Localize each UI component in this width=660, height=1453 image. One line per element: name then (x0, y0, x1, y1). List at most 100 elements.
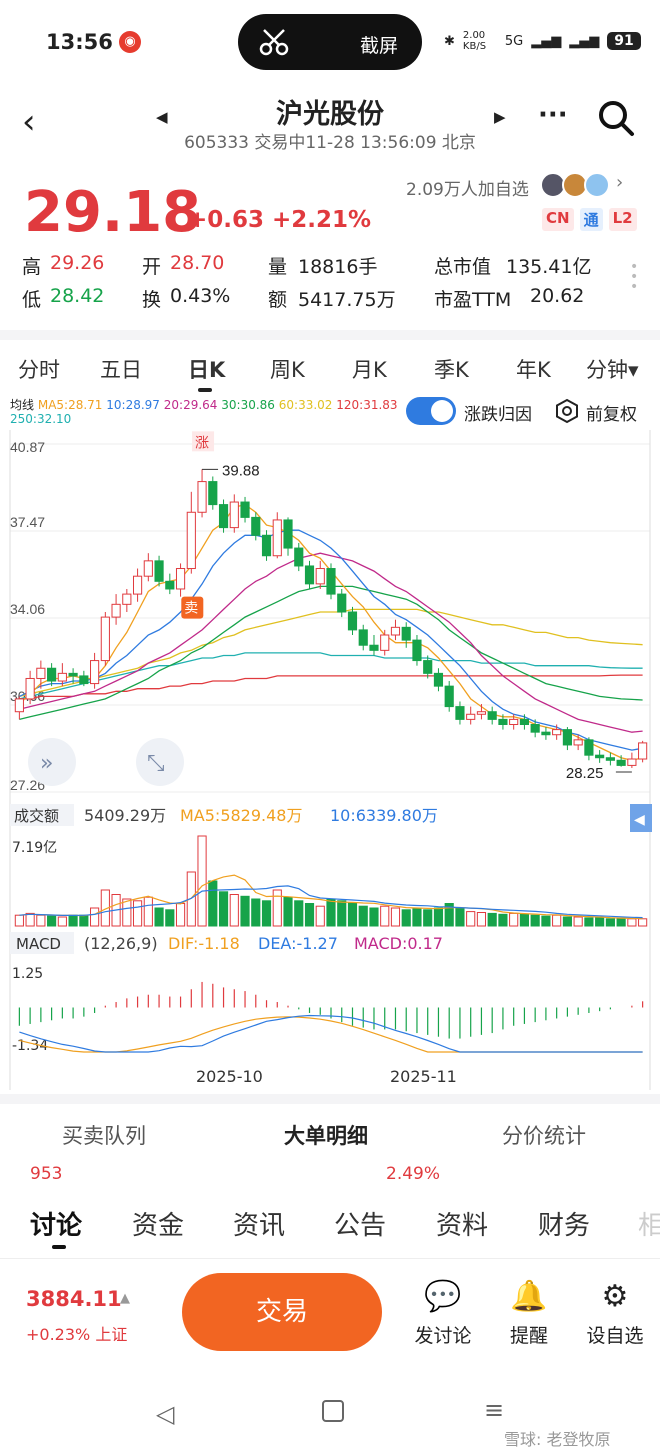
tab-daily-k[interactable]: 日K (188, 354, 225, 392)
volume-bar (154, 907, 164, 927)
tab-finance[interactable]: 财务 (538, 1205, 590, 1242)
tab-five-day[interactable]: 五日 (100, 354, 142, 384)
volume-bar (90, 907, 100, 927)
tab-profile[interactable]: 资料 (436, 1205, 488, 1242)
volume-bar (390, 907, 401, 927)
preview-left-value: 953 (30, 1164, 63, 1184)
tab-price-stats[interactable]: 分价统计 (502, 1120, 586, 1150)
remind-button[interactable]: 🔔 提醒 (494, 1277, 564, 1348)
tab-quarterly-k[interactable]: 季K (434, 354, 469, 384)
chat-bubble-icon: 💬 (424, 1279, 462, 1314)
candle (347, 611, 358, 631)
tab-minute[interactable]: 分钟▾ (586, 354, 639, 384)
candle (498, 718, 508, 725)
low-value: 28.42 (50, 285, 105, 307)
more-icon[interactable]: ··· (538, 100, 568, 130)
nav-home-icon[interactable] (322, 1400, 344, 1422)
volume-value: 5409.29万 (84, 806, 166, 825)
turnover-label: 换 (142, 289, 162, 311)
tab-weekly-k[interactable]: 周K (270, 354, 305, 384)
settings-hex-icon[interactable] (554, 398, 580, 424)
nav-menu-icon[interactable]: ≡ (484, 1396, 504, 1424)
post-discussion-button[interactable]: 💬 发讨论 (408, 1277, 478, 1348)
candle (90, 660, 100, 685)
kline-chart[interactable]: 40.8737.4734.0630.6627.2639.8828.25涨卖»⤡成… (0, 430, 660, 1090)
badge-l2: L2 (608, 208, 637, 231)
volume-bar (498, 913, 508, 927)
candle (573, 739, 583, 746)
candle (100, 616, 110, 662)
candle (261, 534, 272, 557)
open-label: 开 (142, 256, 162, 278)
tab-more[interactable]: 相 (638, 1205, 660, 1242)
nav-back-icon[interactable]: ◁ (156, 1400, 174, 1428)
tab-yearly-k[interactable]: 年K (516, 354, 551, 384)
watchers-count[interactable]: 2.09万人加自选 (406, 175, 529, 200)
volume-bar (283, 896, 293, 927)
candle (595, 754, 605, 759)
y-tick-label: 34.06 (10, 601, 45, 617)
candle (326, 568, 336, 595)
chevron-left-icon: ◀ (634, 812, 645, 828)
stock-header: ‹ ◀ 沪光股份 ▶ 605333 交易中11-28 13:56:09 北京 ·… (0, 88, 660, 158)
volume-bar (68, 914, 78, 927)
candle (283, 519, 293, 549)
tab-discussion[interactable]: 讨论 (30, 1205, 82, 1242)
price-change: +0.63 +2.21% (188, 207, 372, 233)
avatar (584, 172, 610, 198)
volume-label: 成交额 (14, 807, 59, 825)
screenshot-pill[interactable]: 截屏 (238, 14, 422, 70)
tab-timeshare[interactable]: 分时 (18, 354, 60, 384)
tab-order-queue[interactable]: 买卖队列 (62, 1120, 146, 1150)
ma60: 60:33.02 (278, 398, 333, 412)
bluetooth-icon: ✱ (444, 33, 455, 49)
volume-bar (14, 914, 24, 927)
candle (68, 672, 78, 677)
volume-value: 18816手 (298, 256, 378, 278)
tab-news[interactable]: 资讯 (233, 1205, 285, 1242)
volume-bar (455, 907, 465, 927)
x-tick-label: 2025-10 (196, 1067, 263, 1086)
candle (423, 660, 433, 674)
marketcap-label: 总市值 (434, 256, 492, 278)
macd-ymax: 1.25 (12, 966, 43, 982)
expand-dots-icon[interactable]: • • • (630, 260, 638, 294)
system-nav-bar: ◁ ≡ 雪球: 老登牧原 (0, 1378, 660, 1453)
volume-bar (79, 914, 89, 927)
candle (229, 501, 239, 529)
macd-dif: DIF:-1.18 (168, 934, 240, 953)
macd-params: (12,26,9) (84, 934, 158, 953)
add-watch-button[interactable]: ⚙ 设自选 (580, 1277, 650, 1348)
volume-bar (326, 898, 336, 927)
watcher-avatars[interactable]: › (540, 172, 623, 198)
tab-large-orders[interactable]: 大单明细 (284, 1120, 368, 1150)
volume-bar (304, 903, 315, 927)
volume-bar (197, 835, 207, 927)
tab-funds[interactable]: 资金 (132, 1205, 184, 1242)
candle (304, 565, 315, 585)
volume-bar (595, 917, 605, 927)
volume-ymax: 7.19亿 (12, 840, 57, 856)
volume-bar (218, 891, 229, 927)
ma-label: 均线 (10, 398, 35, 412)
volume-bar (251, 898, 261, 927)
candle (337, 593, 347, 613)
attribution-toggle[interactable] (406, 397, 456, 425)
volume-bar (412, 907, 422, 927)
adjust-label[interactable]: 前复权 (586, 400, 637, 425)
search-icon[interactable] (596, 98, 636, 138)
pe-value: 20.62 (530, 285, 585, 307)
y-tick-label: 40.87 (10, 439, 45, 455)
rise-tag: 涨 (195, 435, 209, 451)
candle (218, 504, 229, 529)
volume-bar (584, 917, 594, 927)
tab-announcements[interactable]: 公告 (334, 1205, 386, 1242)
trade-button[interactable]: 交易 (182, 1273, 382, 1351)
next-stock-icon[interactable]: ▶ (494, 108, 506, 126)
volume-bar (358, 905, 368, 927)
ma10: 10:28.97 (106, 398, 160, 412)
tab-monthly-k[interactable]: 月K (352, 354, 387, 384)
volume-bar (208, 880, 218, 927)
index-value[interactable]: 3884.11 (26, 1287, 122, 1311)
status-time: 13:56 (46, 30, 113, 54)
